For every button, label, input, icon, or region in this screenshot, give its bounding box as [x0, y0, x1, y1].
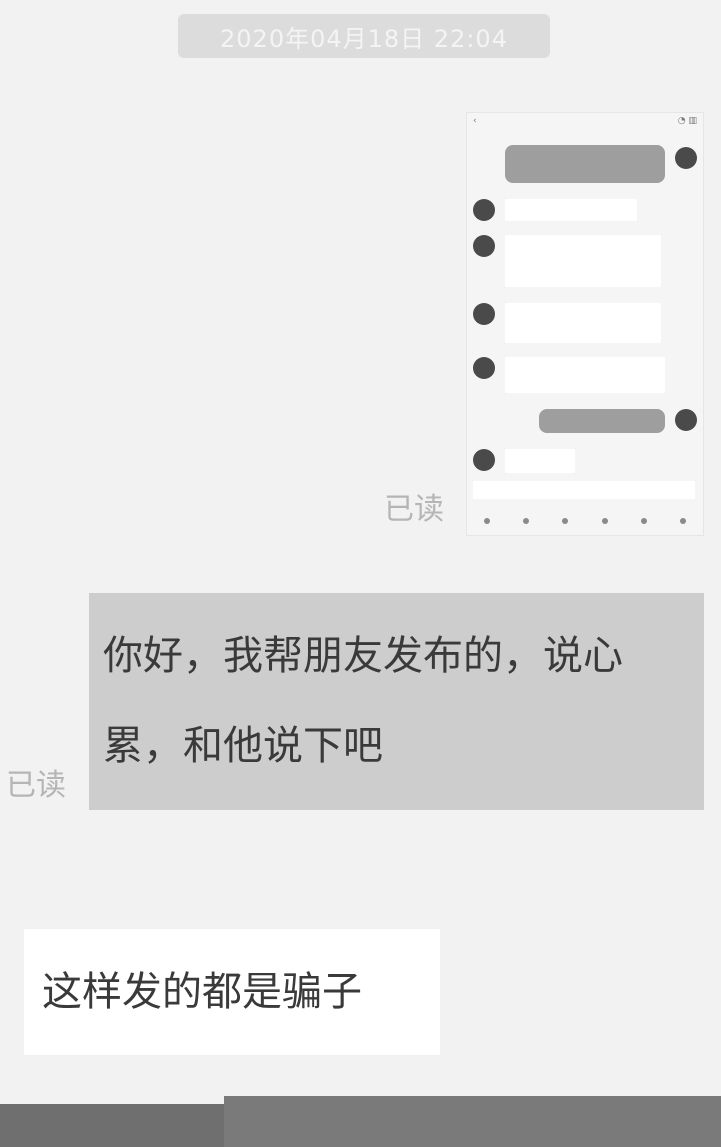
screenshot-toolbar [467, 511, 703, 531]
screenshot-status-bar: ‹ ◔ ▥ [467, 113, 703, 129]
outgoing-message-bubble[interactable]: 你好，我帮朋友发布的，说心累，和他说下吧 [89, 593, 704, 810]
screenshot-image-message[interactable]: ‹ ◔ ▥ [466, 112, 704, 536]
screenshot-bubble [505, 357, 665, 393]
screenshot-avatar [675, 147, 697, 169]
screenshot-toolbar-icon [483, 518, 490, 524]
screenshot-toolbar-icon [680, 518, 687, 524]
screenshot-toolbar-icon [601, 518, 608, 524]
screenshot-toolbar-icon [522, 518, 529, 524]
screenshot-status-icons: ◔ ▥ [677, 116, 697, 126]
screenshot-toolbar-icon [562, 518, 569, 524]
read-status: 已读 [6, 768, 66, 803]
screenshot-avatar [473, 449, 495, 471]
screenshot-bubble [539, 409, 665, 433]
screenshot-bubble [505, 235, 661, 287]
message-timestamp: 2020年04月18日 22:04 [178, 14, 550, 58]
screenshot-bubble [505, 449, 575, 473]
screenshot-avatar [473, 303, 495, 325]
screenshot-toolbar-icon [640, 518, 647, 524]
bottom-bar-overlay [224, 1096, 721, 1147]
incoming-message-bubble[interactable]: 这样发的都是骗子 [24, 929, 440, 1055]
screenshot-back-icon: ‹ [473, 116, 477, 126]
screenshot-avatar [473, 357, 495, 379]
screenshot-input-field [473, 481, 695, 499]
read-status: 已读 [384, 492, 444, 527]
screenshot-bubble [505, 199, 637, 221]
screenshot-avatar [675, 409, 697, 431]
screenshot-bubble [505, 145, 665, 183]
screenshot-bubble [505, 303, 661, 343]
screenshot-avatar [473, 235, 495, 257]
screenshot-avatar [473, 199, 495, 221]
